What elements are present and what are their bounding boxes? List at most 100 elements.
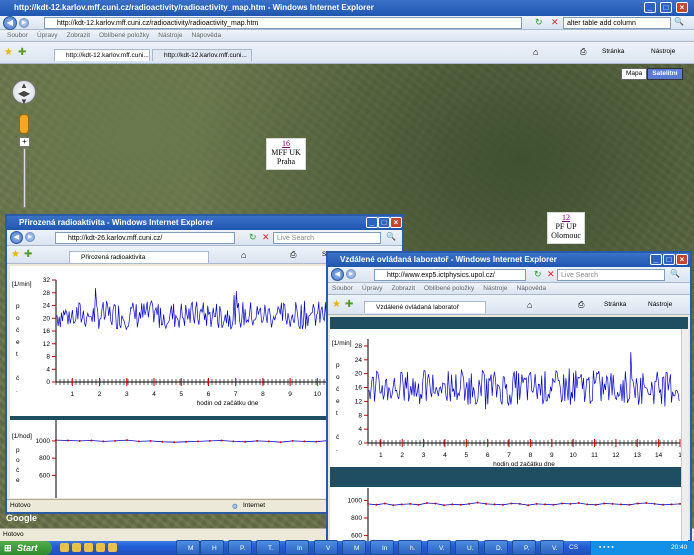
map-marker-prague[interactable]: 16 MFF UK Praha [266, 138, 306, 170]
menu-edit[interactable]: Úpravy [37, 32, 58, 39]
window-a-back-button[interactable]: ◀ [10, 231, 23, 244]
quick-launch-ie-icon[interactable] [60, 543, 69, 552]
taskbar-button[interactable]: h. [398, 540, 422, 555]
taskbar-button[interactable]: V. [540, 540, 564, 555]
window-a-print-icon[interactable]: ⎙ [290, 250, 296, 260]
taskbar-button[interactable]: In [285, 540, 309, 555]
back-button[interactable]: ◀ [3, 16, 17, 30]
main-search-input[interactable]: alter table add column [563, 17, 671, 29]
zoom-slider[interactable] [23, 148, 26, 208]
language-indicator[interactable]: CS [569, 541, 578, 555]
window-a-search-icon[interactable]: 🔍 [386, 232, 396, 241]
window-b-page-menu[interactable]: Stránka [604, 301, 626, 308]
home-icon[interactable]: ⌂ [533, 47, 538, 57]
add-favorites-icon[interactable]: ✚ [18, 47, 26, 58]
taskbar-button[interactable]: T. [256, 540, 280, 555]
quick-launch-media-icon[interactable] [84, 543, 93, 552]
refresh-icon[interactable]: ↻ [535, 17, 543, 28]
window-b-favorites-icon[interactable]: ★ [332, 299, 341, 310]
window-b-menu-view[interactable]: Zobrazit [392, 285, 415, 292]
window-b-forward-button[interactable]: ▶ [346, 269, 356, 279]
window-a-home-icon[interactable]: ⌂ [241, 250, 246, 260]
quick-launch-desktop-icon[interactable] [72, 543, 81, 552]
search-icon[interactable]: 🔍 [674, 17, 684, 26]
zoom-in-button[interactable]: + [19, 137, 30, 147]
data-point [620, 503, 622, 506]
menu-favorites[interactable]: Oblíbené položky [99, 32, 149, 39]
window-b-tab[interactable]: Vzdálené ovládaná laboratoř [364, 301, 486, 313]
menu-view[interactable]: Zobrazit [67, 32, 90, 39]
taskbar-button[interactable]: P. [512, 540, 536, 555]
taskbar-button[interactable]: D. [484, 540, 508, 555]
window-a-search-input[interactable]: Live Search [273, 232, 381, 244]
window-b-print-icon[interactable]: ⎙ [578, 300, 584, 310]
window-b-menu-help[interactable]: Nápověda [517, 285, 547, 292]
window-b-search-input[interactable]: Live Search [557, 269, 665, 281]
y-tick-label: 8 [358, 412, 362, 419]
window-b-menu-edit[interactable]: Úpravy [362, 285, 383, 292]
window-b-menu-tools[interactable]: Nástroje [483, 285, 507, 292]
taskbar-button[interactable]: In [370, 540, 394, 555]
pegman-icon[interactable] [19, 114, 29, 134]
main-address-bar[interactable]: http://kdt-12.karlov.mff.cuni.cz/radioac… [44, 17, 522, 29]
window-a-stop-icon[interactable]: ✕ [262, 232, 270, 243]
window-b-search-icon[interactable]: 🔍 [670, 269, 680, 278]
tab-1[interactable]: http://kdt-12.karlov.mff.cuni... [54, 49, 150, 61]
window-b-home-icon[interactable]: ⌂ [527, 300, 532, 310]
window-b-title: Vzdálené ovládaná laboratoř - Windows In… [340, 255, 557, 264]
window-b-stop-icon[interactable]: ✕ [547, 269, 555, 280]
menu-file[interactable]: Soubor [7, 32, 28, 39]
window-b-address-bar[interactable]: http://www.exp5.ictphysics.upol.cz/ [374, 269, 526, 281]
data-point [267, 440, 270, 443]
window-b-minimize[interactable]: _ [650, 254, 662, 265]
taskbar-button[interactable]: U. [455, 540, 479, 555]
favorites-star-icon[interactable]: ★ [4, 47, 13, 58]
quick-launch-app-icon[interactable] [108, 543, 117, 552]
taskbar-button[interactable]: P. [228, 540, 252, 555]
maximize-button[interactable]: □ [660, 2, 672, 13]
window-a-minimize[interactable]: _ [366, 217, 378, 228]
window-b-refresh-icon[interactable]: ↻ [534, 269, 542, 280]
window-b-back-button[interactable]: ◀ [331, 268, 344, 281]
window-b-menu-favorites[interactable]: Oblíbené položky [424, 285, 474, 292]
vertical-scrollbar[interactable] [681, 329, 688, 542]
window-a-forward-button[interactable]: ▶ [25, 232, 35, 242]
window-b-maximize[interactable]: □ [663, 254, 675, 265]
taskbar-button[interactable]: M [342, 540, 366, 555]
tab-2[interactable]: http://kdt-12.karlov.mff.cuni... [152, 49, 252, 61]
taskbar-button[interactable]: V [314, 540, 338, 555]
map-marker-olomouc[interactable]: 12 PF UP Olomouc [547, 212, 585, 244]
pan-control[interactable]: ▲ ◀▶ ▼ [12, 80, 36, 106]
window-b-tab-bar: ★ ✚ Vzdálené ovládaná laboratoř ⌂ ⎙ Strá… [328, 295, 690, 315]
clock[interactable]: 20:40 [671, 541, 687, 555]
quick-launch-folder-icon[interactable] [96, 543, 105, 552]
window-b-menu-file[interactable]: Soubor [332, 285, 353, 292]
data-point [232, 440, 235, 443]
tools-menu[interactable]: Nástroje [651, 48, 675, 55]
window-a-close[interactable]: × [390, 217, 402, 228]
satellite-button[interactable]: Satelitní [647, 68, 683, 80]
start-button[interactable]: ⊞ Start [0, 541, 52, 555]
window-b-add-favorite-icon[interactable]: ✚ [345, 299, 353, 310]
window-b-tools-menu[interactable]: Nástroje [648, 301, 672, 308]
window-a-maximize[interactable]: □ [378, 217, 390, 228]
window-a-refresh-icon[interactable]: ↻ [249, 232, 257, 243]
taskbar-button[interactable]: V. [427, 540, 451, 555]
window-b-close[interactable]: × [676, 254, 688, 265]
page-menu[interactable]: Stránka [602, 48, 624, 55]
map-button[interactable]: Mapa [621, 68, 648, 80]
window-a-address-bar[interactable]: http://kdt-26.karlov.mff.cuni.cz/ [55, 232, 235, 244]
window-a-tab[interactable]: Přirozená radioaktivita [69, 251, 209, 263]
forward-button[interactable]: ▶ [19, 18, 29, 28]
stop-icon[interactable]: ✕ [551, 17, 559, 28]
menu-help[interactable]: Nápověda [192, 32, 222, 39]
window-a-favorites-icon[interactable]: ★ [11, 249, 20, 260]
y-tick-label: 600 [39, 472, 50, 479]
menu-tools[interactable]: Nástroje [158, 32, 182, 39]
taskbar-button[interactable]: M [176, 540, 200, 555]
taskbar-button[interactable]: H [200, 540, 224, 555]
close-button[interactable]: × [676, 2, 688, 13]
window-a-add-favorite-icon[interactable]: ✚ [24, 249, 32, 260]
minimize-button[interactable]: _ [644, 2, 656, 13]
print-icon[interactable]: ⎙ [580, 47, 586, 57]
